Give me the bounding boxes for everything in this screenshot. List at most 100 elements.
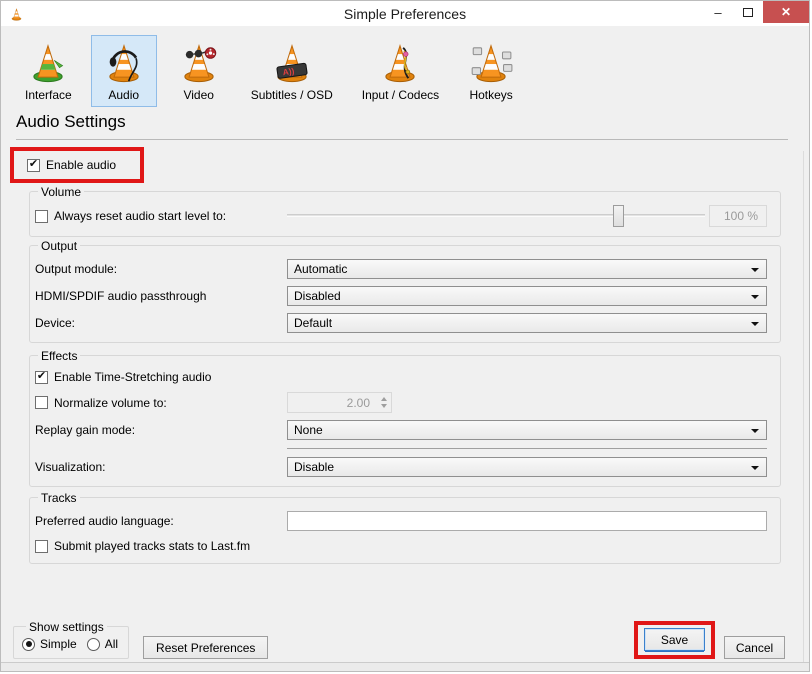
group-effects-label: Effects xyxy=(38,349,80,363)
radio-all-row[interactable]: All xyxy=(87,637,118,651)
maximize-button[interactable] xyxy=(733,1,763,24)
normalize-volume-row[interactable]: Normalize volume to: xyxy=(35,396,287,410)
group-output-label: Output xyxy=(38,239,80,253)
volume-slider-handle[interactable] xyxy=(613,205,624,227)
tab-label: Audio xyxy=(108,88,139,102)
vlc-cone-audio-icon xyxy=(101,40,147,87)
device-value: Default xyxy=(294,316,332,330)
lastfm-label: Submit played tracks stats to Last.fm xyxy=(54,539,250,553)
enable-audio-label: Enable audio xyxy=(46,158,116,172)
simple-preferences-window: Simple Preferences – ✕ Interface xyxy=(0,0,810,672)
visualization-select[interactable]: Disable xyxy=(287,457,767,477)
titlebar[interactable]: Simple Preferences – ✕ xyxy=(1,1,809,26)
close-icon: ✕ xyxy=(781,5,791,19)
replay-gain-value: None xyxy=(294,423,323,437)
tab-label: Hotkeys xyxy=(469,88,512,102)
minimize-button[interactable]: – xyxy=(703,1,733,24)
window-title: Simple Preferences xyxy=(1,6,809,22)
reset-audio-level-checkbox[interactable] xyxy=(35,210,48,223)
close-button[interactable]: ✕ xyxy=(763,1,809,23)
chevron-down-icon xyxy=(751,295,759,299)
chevron-down-icon xyxy=(751,429,759,433)
output-module-label: Output module: xyxy=(35,262,287,276)
visualization-value: Disable xyxy=(294,460,334,474)
reset-audio-level-row[interactable]: Always reset audio start level to: xyxy=(35,209,287,223)
volume-level-field: 100 % xyxy=(709,205,767,227)
vlc-app-icon xyxy=(9,6,24,23)
reset-preferences-button[interactable]: Reset Preferences xyxy=(143,636,268,659)
annotation-enable-audio: ✔ Enable audio xyxy=(10,147,144,183)
hdmi-passthrough-select[interactable]: Disabled xyxy=(287,286,767,306)
vlc-cone-interface-icon xyxy=(25,40,71,87)
volume-slider[interactable] xyxy=(287,205,705,227)
minimize-icon: – xyxy=(714,5,721,20)
preferred-audio-language-input[interactable] xyxy=(287,511,767,531)
vlc-cone-hotkeys-icon xyxy=(468,40,514,87)
output-module-value: Automatic xyxy=(294,262,347,276)
tab-input-codecs[interactable]: Input / Codecs xyxy=(352,35,449,107)
page-title: Audio Settings xyxy=(16,112,809,132)
lastfm-row[interactable]: Submit played tracks stats to Last.fm xyxy=(35,539,250,553)
vlc-cone-subtitles-icon: A)) xyxy=(269,40,315,87)
time-stretch-label: Enable Time-Stretching audio xyxy=(54,370,211,384)
reset-audio-level-label: Always reset audio start level to: xyxy=(54,209,226,223)
group-effects: Effects ✔ Enable Time-Stretching audio N… xyxy=(29,355,781,487)
heading-divider xyxy=(16,139,788,140)
tab-audio[interactable]: Audio xyxy=(91,35,157,107)
hdmi-passthrough-label: HDMI/SPDIF audio passthrough xyxy=(35,289,287,303)
preferred-audio-language-label: Preferred audio language: xyxy=(35,514,287,528)
panel-right-border xyxy=(803,151,804,662)
tab-subtitles-osd[interactable]: A)) Subtitles / OSD xyxy=(241,35,343,107)
spinner-down-icon xyxy=(381,404,387,408)
time-stretch-row[interactable]: ✔ Enable Time-Stretching audio xyxy=(35,370,211,384)
radio-all-label: All xyxy=(105,637,118,651)
enable-audio-checkbox[interactable]: ✔ xyxy=(27,159,40,172)
vlc-cone-input-icon xyxy=(377,40,423,87)
time-stretch-checkbox[interactable]: ✔ xyxy=(35,371,48,384)
chevron-down-icon xyxy=(751,268,759,272)
output-module-select[interactable]: Automatic xyxy=(287,259,767,279)
normalize-volume-label: Normalize volume to: xyxy=(54,396,167,410)
tab-label: Input / Codecs xyxy=(362,88,439,102)
normalize-volume-spinner[interactable]: 2.00 xyxy=(287,392,392,413)
chevron-down-icon xyxy=(751,466,759,470)
normalize-volume-value: 2.00 xyxy=(288,393,376,412)
window-bottom-border xyxy=(1,662,809,672)
tab-interface[interactable]: Interface xyxy=(15,35,82,107)
tab-label: Subtitles / OSD xyxy=(251,88,333,102)
spinner-arrows[interactable] xyxy=(376,393,391,412)
volume-slider-track[interactable] xyxy=(287,214,705,217)
vlc-cone-video-icon xyxy=(176,40,222,87)
radio-simple[interactable] xyxy=(22,638,35,651)
svg-text:A)): A)) xyxy=(282,66,295,78)
save-button[interactable]: Save xyxy=(644,628,705,651)
visualization-label: Visualization: xyxy=(35,460,287,474)
radio-all[interactable] xyxy=(87,638,100,651)
tab-label: Video xyxy=(183,88,213,102)
group-tracks: Tracks Preferred audio language: Submit … xyxy=(29,497,781,564)
device-label: Device: xyxy=(35,316,287,330)
radio-simple-row[interactable]: Simple xyxy=(22,637,77,651)
tab-hotkeys[interactable]: Hotkeys xyxy=(458,35,524,107)
group-volume-label: Volume xyxy=(38,185,84,199)
effects-divider xyxy=(287,448,767,449)
enable-audio-row[interactable]: ✔ Enable audio xyxy=(27,158,116,172)
chevron-down-icon xyxy=(751,322,759,326)
replay-gain-select[interactable]: None xyxy=(287,420,767,440)
group-volume: Volume Always reset audio start level to… xyxy=(29,191,781,237)
tab-video[interactable]: Video xyxy=(166,35,232,107)
group-tracks-label: Tracks xyxy=(38,491,80,505)
lastfm-checkbox[interactable] xyxy=(35,540,48,553)
preferences-toolbar: Interface Audio Video xyxy=(1,26,809,110)
cancel-button[interactable]: Cancel xyxy=(724,636,785,659)
replay-gain-label: Replay gain mode: xyxy=(35,423,287,437)
radio-simple-label: Simple xyxy=(40,637,77,651)
normalize-volume-checkbox[interactable] xyxy=(35,396,48,409)
hdmi-passthrough-value: Disabled xyxy=(294,289,341,303)
maximize-icon xyxy=(743,8,753,17)
spinner-up-icon xyxy=(381,397,387,401)
device-select[interactable]: Default xyxy=(287,313,767,333)
show-settings-group: Show settings Simple All xyxy=(13,626,129,659)
check-icon: ✔ xyxy=(29,159,38,170)
footer: Show settings Simple All Reset Preferenc… xyxy=(13,621,785,659)
